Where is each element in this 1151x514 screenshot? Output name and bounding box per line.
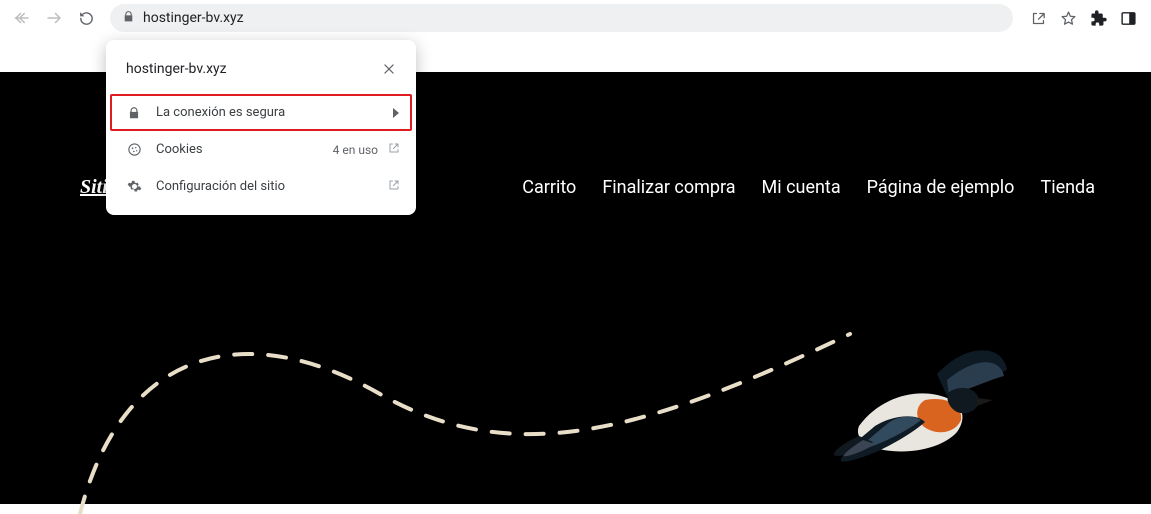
nav-account[interactable]: Mi cuenta	[762, 177, 841, 198]
arrow-left-icon	[13, 9, 31, 27]
reload-icon	[78, 10, 95, 27]
extensions-icon[interactable]	[1089, 9, 1107, 27]
gear-icon	[126, 179, 142, 194]
popup-header: hostinger-bv.xyz	[106, 48, 416, 94]
nav-cart[interactable]: Carrito	[522, 177, 576, 198]
close-icon	[382, 62, 396, 76]
arrow-right-icon	[45, 9, 63, 27]
reload-button[interactable]	[72, 4, 100, 32]
forward-button[interactable]	[40, 4, 68, 32]
external-link-icon	[388, 142, 400, 157]
browser-toolbar: hostinger-bv.xyz	[0, 0, 1151, 36]
chevron-right-icon	[392, 108, 400, 118]
dashed-path-decoration	[60, 294, 880, 514]
nav-checkout[interactable]: Finalizar compra	[602, 177, 735, 198]
url-text: hostinger-bv.xyz	[143, 10, 244, 26]
nav-sample-page[interactable]: Página de ejemplo	[867, 177, 1015, 198]
back-button[interactable]	[8, 4, 36, 32]
connection-secure-row[interactable]: La conexión es segura	[110, 94, 412, 131]
site-info-popup: hostinger-bv.xyz La conexión es segura C…	[106, 40, 416, 215]
cookies-row[interactable]: Cookies 4 en uso	[106, 131, 416, 168]
site-settings-label: Configuración del sitio	[156, 179, 374, 194]
popup-title: hostinger-bv.xyz	[126, 61, 227, 77]
nav-shop[interactable]: Tienda	[1040, 177, 1095, 198]
toolbar-right-icons	[1023, 9, 1143, 27]
external-link-icon	[388, 179, 400, 194]
lock-icon	[126, 106, 142, 120]
site-title[interactable]: Siti	[80, 176, 108, 199]
bookmark-star-icon[interactable]	[1059, 9, 1077, 27]
cookies-count: 4 en uso	[333, 143, 378, 157]
cookie-icon	[126, 142, 142, 157]
address-bar[interactable]: hostinger-bv.xyz	[110, 4, 1013, 32]
connection-secure-label: La conexión es segura	[156, 105, 378, 120]
bird-illustration	[829, 340, 1009, 470]
lock-icon[interactable]	[122, 10, 135, 27]
popup-close-button[interactable]	[378, 58, 400, 80]
share-icon[interactable]	[1029, 9, 1047, 27]
site-settings-row[interactable]: Configuración del sitio	[106, 168, 416, 205]
cookies-label: Cookies	[156, 142, 319, 157]
side-panel-icon[interactable]	[1119, 9, 1137, 27]
